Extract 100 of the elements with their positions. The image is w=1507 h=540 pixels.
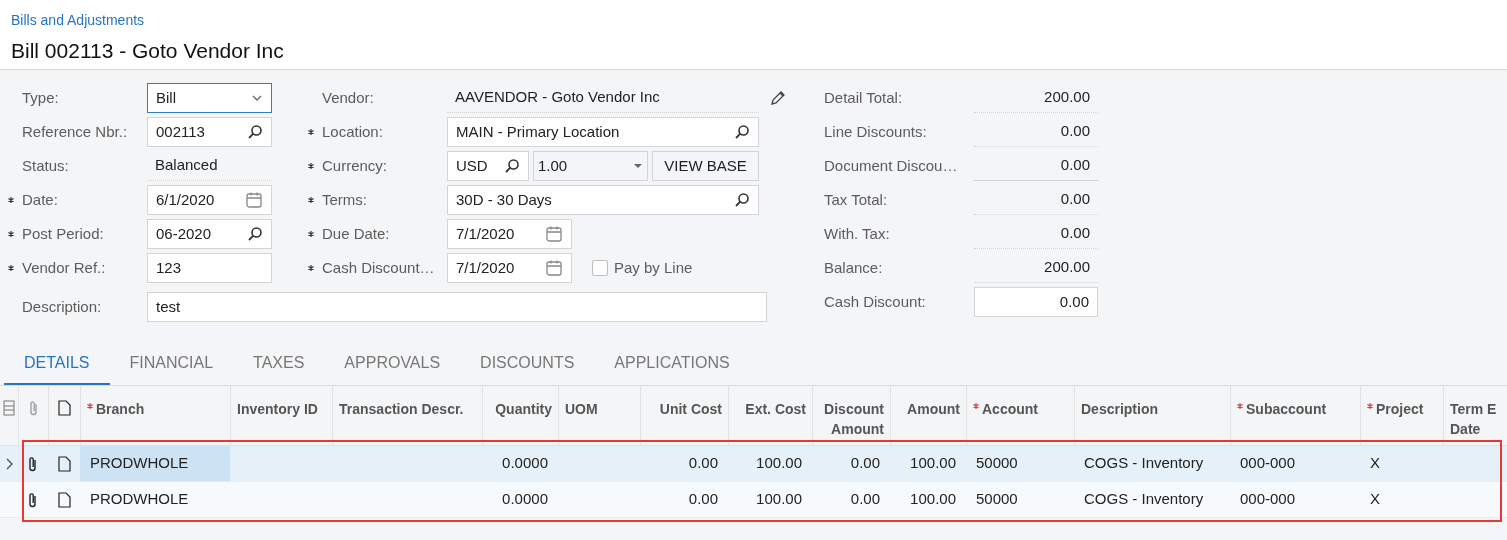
- table-cell-text: PRODWHOLE: [90, 489, 189, 510]
- table-row[interactable]: PRODWHOLE 0.0000 0.00 100.00 0.00 100.00 50000 COGS - Inventory 000-000 X: [0, 482, 1507, 518]
- column-header[interactable]: Description: [1081, 399, 1158, 419]
- column-header[interactable]: Branch: [96, 399, 145, 419]
- table-cell-text: 0.00: [850, 453, 880, 474]
- checkbox[interactable]: [592, 260, 608, 276]
- field-label: Terms:: [322, 189, 367, 210]
- calendar-icon[interactable]: [545, 259, 563, 277]
- column-header[interactable]: Subaccount: [1246, 399, 1327, 419]
- field-label: Description:: [22, 297, 102, 315]
- breadcrumb-link[interactable]: Bills and Adjustments: [11, 10, 1496, 31]
- column-header[interactable]: Amount: [907, 399, 960, 419]
- lookup-field[interactable]: 06-2020: [147, 219, 272, 249]
- column-header[interactable]: Inventory ID: [237, 399, 318, 419]
- table-cell-text: 0.00: [850, 489, 880, 510]
- table-row[interactable]: PRODWHOLE 0.0000 0.00 100.00 0.00 100.00 50000 COGS - Inventory 000-000 X: [0, 446, 1507, 482]
- table-cell-text: 000-000: [1240, 453, 1296, 474]
- tab[interactable]: FINANCIAL: [109, 343, 234, 385]
- table-cell-text: X: [1370, 453, 1380, 474]
- table-cell-text: 100.00: [756, 489, 802, 510]
- page-title: Bill 002113 - Goto Vendor Inc: [11, 38, 285, 64]
- table-cell-text: 50000: [976, 453, 1018, 474]
- field-value: Balanced: [155, 155, 218, 176]
- field-label: Cash Discount…: [322, 257, 435, 278]
- column-header[interactable]: Transaction Descr.: [339, 399, 464, 419]
- note-icon: [58, 400, 71, 416]
- table-cell-text: 0.0000: [502, 453, 548, 474]
- total-label: Line Discounts:: [824, 121, 928, 142]
- tab[interactable]: APPLICATIONS: [594, 343, 750, 385]
- column-header[interactable]: Project: [1376, 399, 1424, 419]
- pencil-icon[interactable]: [769, 89, 787, 107]
- lookup-field[interactable]: MAIN - Primary Location: [447, 117, 759, 147]
- field-label: Type:: [22, 87, 59, 108]
- search-icon[interactable]: [504, 158, 520, 174]
- column-header[interactable]: Account: [982, 399, 1038, 419]
- paperclip-icon[interactable]: [27, 491, 39, 508]
- field-label: Reference Nbr.:: [22, 121, 128, 142]
- paperclip-icon: [27, 400, 40, 416]
- note-icon[interactable]: [57, 455, 71, 472]
- table-cell-text: 0.00: [688, 489, 718, 510]
- field-label: Post Period:: [22, 223, 104, 244]
- tab[interactable]: APPROVALS: [324, 343, 461, 385]
- search-icon[interactable]: [734, 192, 750, 208]
- rate-dropdown[interactable]: 1.00: [533, 151, 648, 181]
- description-field[interactable]: test: [147, 292, 767, 322]
- table-cell-text: PRODWHOLE: [90, 453, 189, 474]
- total-value: 0.00: [1060, 155, 1090, 176]
- column-header[interactable]: Unit Cost: [659, 399, 722, 419]
- table-cell-text: X: [1370, 489, 1380, 510]
- type-dropdown[interactable]: Bill: [147, 83, 272, 113]
- field-label: Currency:: [322, 155, 388, 176]
- column-header[interactable]: Term E Date: [1450, 399, 1499, 439]
- search-icon[interactable]: [734, 124, 750, 140]
- field-label: Location:: [322, 121, 383, 142]
- tab[interactable]: DISCOUNTS: [460, 343, 595, 385]
- date-field[interactable]: 7/1/2020: [447, 253, 572, 283]
- caret-icon: [633, 163, 643, 169]
- table-cell-text: 50000: [976, 489, 1018, 510]
- total-value: 200.00: [1044, 87, 1090, 108]
- chevron-right-icon: [5, 457, 13, 470]
- note-icon[interactable]: [57, 491, 71, 508]
- lookup-field[interactable]: 30D - 30 Days: [447, 185, 759, 215]
- column-header[interactable]: UOM: [565, 399, 598, 419]
- calendar-icon[interactable]: [245, 191, 263, 209]
- table-cell-text: 100.00: [756, 453, 802, 474]
- column-header[interactable]: Ext. Cost: [745, 399, 806, 419]
- table-cell-text: 100.00: [910, 489, 956, 510]
- field-label: Date:: [22, 189, 58, 210]
- field-label: Vendor:: [322, 87, 374, 108]
- table-cell-text: 0.00: [688, 453, 718, 474]
- view-base-button[interactable]: VIEW BASE: [652, 151, 759, 181]
- total-value: 0.00: [1060, 223, 1090, 244]
- date-field[interactable]: 6/1/2020: [147, 185, 272, 215]
- search-icon[interactable]: [247, 226, 263, 242]
- column-settings-icon[interactable]: [3, 400, 15, 416]
- column-header[interactable]: Quantity: [495, 399, 552, 419]
- date-field[interactable]: 7/1/2020: [447, 219, 572, 249]
- total-label: Cash Discount:: [824, 291, 927, 312]
- column-header[interactable]: Discount Amount: [819, 399, 884, 439]
- field-value: AAVENDOR - Goto Vendor Inc: [455, 87, 660, 108]
- tab[interactable]: TAXES: [233, 343, 325, 385]
- table-cell-text: COGS - Inventory: [1084, 489, 1204, 510]
- total-label: With. Tax:: [824, 223, 891, 244]
- paperclip-icon[interactable]: [27, 455, 39, 472]
- chevron-down-icon: [251, 94, 263, 102]
- field-label: Due Date:: [322, 223, 390, 244]
- total-value: 0.00: [1060, 189, 1090, 210]
- calendar-icon[interactable]: [545, 225, 563, 243]
- total-value: 0.00: [1060, 121, 1090, 142]
- search-icon[interactable]: [247, 124, 263, 140]
- table-cell-text: 100.00: [910, 453, 956, 474]
- total-label: Document Discou…: [824, 155, 959, 176]
- text-field[interactable]: 123: [147, 253, 272, 283]
- field-label: Vendor Ref.:: [22, 257, 106, 278]
- cash-discount-field[interactable]: 0.00: [974, 287, 1098, 317]
- table-cell-text: COGS - Inventory: [1084, 453, 1204, 474]
- field-label: Status:: [22, 155, 69, 176]
- lookup-field[interactable]: 002113: [147, 117, 272, 147]
- total-label: Balance:: [824, 257, 884, 278]
- currency-field[interactable]: USD: [447, 151, 529, 181]
